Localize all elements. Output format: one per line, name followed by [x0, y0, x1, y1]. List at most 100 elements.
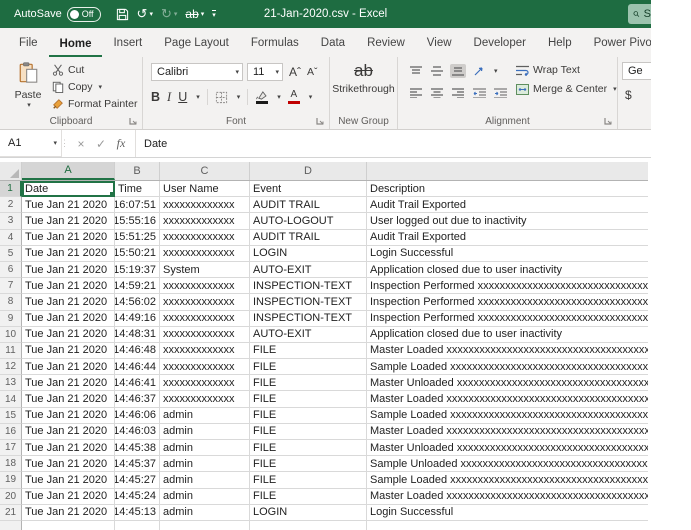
cell[interactable]: Master Unloaded xxxxxxxxxxxxxxxxxxxxxxxx…	[367, 375, 648, 391]
orientation-button[interactable]	[471, 64, 487, 78]
cell[interactable]: LOGIN	[250, 505, 367, 521]
cell[interactable]: AUTO-EXIT	[250, 327, 367, 343]
cell[interactable]: Tue Jan 21 2020	[22, 327, 115, 343]
undo-button[interactable]: ↺▾	[134, 3, 156, 25]
cell[interactable]: Master Unloaded xxxxxxxxxxxxxxxxxxxxxxxx…	[367, 440, 648, 456]
row-number[interactable]: 16	[0, 424, 22, 440]
cell[interactable]: Inspection Performed xxxxxxxxxxxxxxxxxxx…	[367, 311, 648, 327]
cell[interactable]: Tue Jan 21 2020	[22, 262, 115, 278]
cell[interactable]: Sample Loaded xxxxxxxxxxxxxxxxxxxxxxxxxx…	[367, 408, 648, 424]
row-number[interactable]: 11	[0, 343, 22, 359]
cell[interactable]: 14:56:02	[115, 294, 160, 310]
paste-dropdown-icon[interactable]: ▾	[12, 101, 46, 109]
cell[interactable]: xxxxxxxxxxxxx	[160, 375, 250, 391]
cell[interactable]: Tue Jan 21 2020	[22, 424, 115, 440]
row-number[interactable]: 12	[0, 359, 22, 375]
cell[interactable]: 14:45:27	[115, 472, 160, 488]
cell[interactable]: xxxxxxxxxxxxx	[160, 294, 250, 310]
cell[interactable]: Tue Jan 21 2020	[22, 278, 115, 294]
column-header-e[interactable]	[367, 162, 648, 180]
cell[interactable]: FILE	[250, 472, 367, 488]
column-header-b[interactable]: B	[115, 162, 160, 180]
autosave-toggle[interactable]: AutoSave Off	[14, 7, 101, 22]
cell[interactable]: 14:49:16	[115, 311, 160, 327]
cell[interactable]: FILE	[250, 440, 367, 456]
cancel-icon[interactable]: ×	[71, 137, 91, 151]
font-dialog-launcher-icon[interactable]	[316, 117, 325, 126]
row-number[interactable]: 18	[0, 456, 22, 472]
cell[interactable]: admin	[160, 489, 250, 505]
cell[interactable]: 14:48:31	[115, 327, 160, 343]
cell[interactable]: 14:59:21	[115, 278, 160, 294]
cell[interactable]: INSPECTION-TEXT	[250, 311, 367, 327]
cell[interactable]: FILE	[250, 391, 367, 407]
cell[interactable]: Tue Jan 21 2020	[22, 391, 115, 407]
font-name-select[interactable]: Calibri ▾	[151, 63, 243, 81]
save-icon[interactable]	[113, 3, 132, 25]
cell[interactable]: Time	[115, 181, 160, 197]
cell[interactable]: xxxxxxxxxxxxx	[160, 359, 250, 375]
cell[interactable]: User logged out due to inactivity	[367, 213, 648, 229]
row-number[interactable]: 9	[0, 311, 22, 327]
top-align-button[interactable]	[408, 64, 424, 78]
column-header-a[interactable]: A	[22, 162, 115, 180]
tab-data[interactable]: Data	[310, 37, 356, 57]
decrease-font-size-button[interactable]: Aˇ	[307, 66, 318, 78]
cell[interactable]: Inspection Performed xxxxxxxxxxxxxxxxxxx…	[367, 278, 648, 294]
tab-file[interactable]: File	[8, 37, 49, 57]
merge-center-dropdown-icon[interactable]: ▾	[613, 85, 617, 93]
cell[interactable]: FILE	[250, 489, 367, 505]
borders-dropdown-icon[interactable]: ▾	[237, 93, 241, 101]
cell[interactable]: 14:46:06	[115, 408, 160, 424]
cell[interactable]: 15:55:16	[115, 213, 160, 229]
fill-color-button[interactable]	[255, 91, 268, 104]
bottom-align-button[interactable]	[450, 64, 466, 78]
row-number[interactable]: 7	[0, 278, 22, 294]
cell[interactable]: xxxxxxxxxxxxx	[160, 278, 250, 294]
fill-color-dropdown-icon[interactable]: ▾	[277, 93, 281, 101]
cell[interactable]: admin	[160, 505, 250, 521]
cell[interactable]: 14:45:13	[115, 505, 160, 521]
cell[interactable]: admin	[160, 424, 250, 440]
underline-button[interactable]: U	[178, 90, 187, 104]
cell[interactable]: xxxxxxxxxxxxx	[160, 311, 250, 327]
cell[interactable]: Application closed due to user inactivit…	[367, 327, 648, 343]
row-number[interactable]: 19	[0, 472, 22, 488]
name-box-dropdown-icon[interactable]: ▾	[53, 139, 57, 147]
underline-dropdown-icon[interactable]: ▾	[196, 93, 200, 101]
column-header-d[interactable]: D	[250, 162, 367, 180]
cell[interactable]: Tue Jan 21 2020	[22, 472, 115, 488]
tab-review[interactable]: Review	[356, 37, 416, 57]
font-size-dropdown-icon[interactable]: ▾	[275, 68, 279, 76]
increase-font-size-button[interactable]: Aˆ	[289, 65, 301, 79]
autosave-pill[interactable]: Off	[67, 7, 101, 22]
row-number[interactable]: 5	[0, 246, 22, 262]
cell[interactable]: FILE	[250, 408, 367, 424]
cell[interactable]: xxxxxxxxxxxxx	[160, 197, 250, 213]
cell[interactable]: Audit Trail Exported	[367, 230, 648, 246]
cell[interactable]: 14:45:37	[115, 456, 160, 472]
alignment-dialog-launcher-icon[interactable]	[604, 117, 613, 126]
strikethrough-button[interactable]: ab Strikethrough	[330, 61, 397, 95]
cell[interactable]: FILE	[250, 456, 367, 472]
cell[interactable]: User Name	[160, 181, 250, 197]
cell[interactable]: Tue Jan 21 2020	[22, 197, 115, 213]
cell[interactable]: xxxxxxxxxxxxx	[160, 246, 250, 262]
cell[interactable]: 16:07:51	[115, 197, 160, 213]
customize-qat-icon[interactable]: ▾	[209, 3, 219, 25]
strikethrough-qat-button[interactable]: ab▾	[182, 3, 207, 25]
cell[interactable]: Tue Jan 21 2020	[22, 230, 115, 246]
tab-power-pivot[interactable]: Power Pivot	[583, 37, 651, 57]
cell[interactable]: Login Successful	[367, 246, 648, 262]
font-color-dropdown-icon[interactable]: ▾	[309, 93, 313, 101]
format-painter-button[interactable]: Format Painter	[52, 97, 137, 111]
clipboard-dialog-launcher-icon[interactable]	[129, 117, 138, 126]
cell[interactable]: Tue Jan 21 2020	[22, 294, 115, 310]
copy-dropdown-icon[interactable]: ▾	[99, 83, 103, 91]
cell[interactable]: Inspection Performed xxxxxxxxxxxxxxxxxxx…	[367, 294, 648, 310]
cell[interactable]: Master Loaded xxxxxxxxxxxxxxxxxxxxxxxxxx…	[367, 489, 648, 505]
tab-page-layout[interactable]: Page Layout	[153, 37, 240, 57]
cell[interactable]: xxxxxxxxxxxxx	[160, 327, 250, 343]
cell[interactable]: FILE	[250, 359, 367, 375]
row-number[interactable]: 6	[0, 262, 22, 278]
